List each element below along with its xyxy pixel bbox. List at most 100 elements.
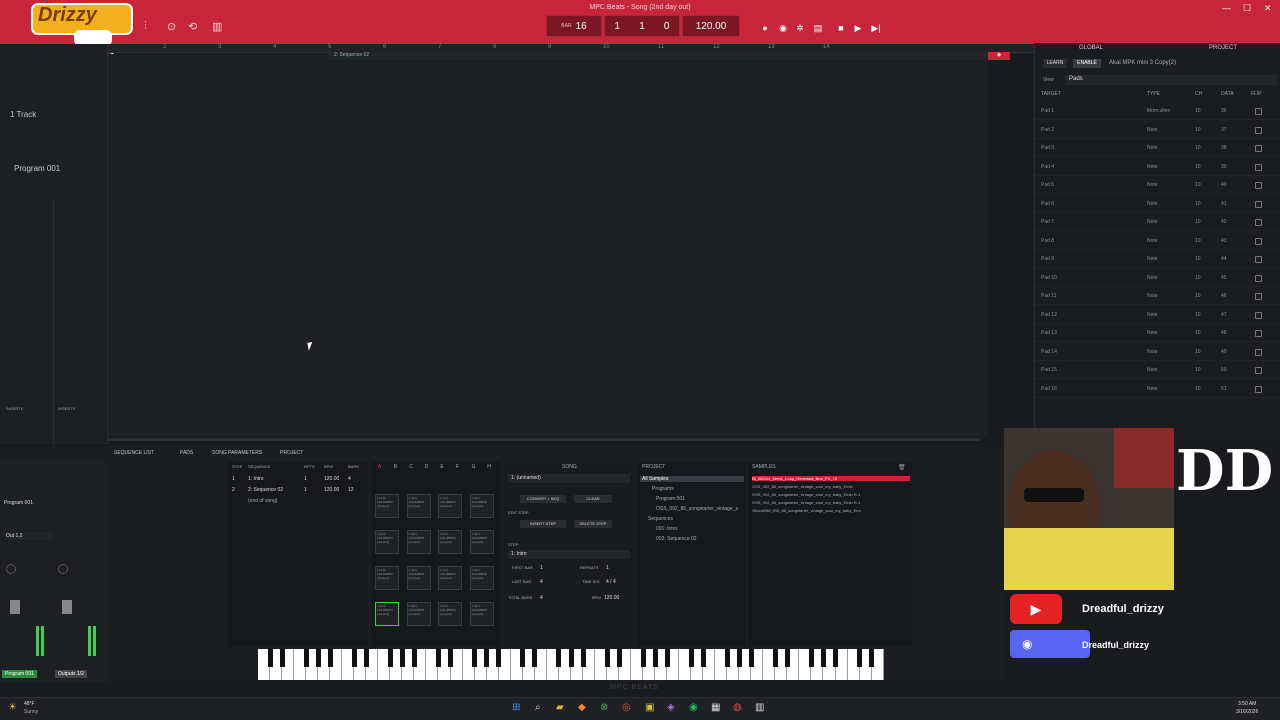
pad-bank-a[interactable]: A [378, 464, 381, 470]
type-cell[interactable]: Note [1147, 127, 1158, 133]
time-sig-value[interactable]: 4 / 4 [606, 579, 616, 585]
black-key[interactable] [472, 649, 478, 667]
output-select[interactable]: Out 1,2 [4, 532, 52, 540]
flip-checkbox[interactable] [1255, 293, 1262, 300]
flip-checkbox[interactable] [1255, 311, 1262, 319]
channel-label-2[interactable]: Outputs 1/2 [55, 670, 87, 678]
song-rpts-cell[interactable]: 1 [304, 487, 307, 493]
flip-checkbox[interactable] [1255, 145, 1262, 152]
song-select[interactable]: 1: (unnamed) [508, 474, 630, 483]
pad[interactable]: 1 bars 120.00BPM (unused) [406, 530, 431, 554]
pad-bank-d[interactable]: D [425, 464, 429, 470]
song-bars-cell[interactable]: 12 [348, 487, 354, 493]
project-tree-item[interactable]: Sequences [648, 516, 673, 522]
maximize-icon[interactable]: ☐ [1243, 3, 1251, 14]
start-icon[interactable]: ⊞ [512, 702, 520, 713]
table-row[interactable]: Pad 13 Note 10 48 [1035, 324, 1280, 342]
loop-icon[interactable]: ⟲ [188, 20, 197, 33]
table-row[interactable]: Pad 4 Note 10 39 [1035, 158, 1280, 176]
song-step-cell[interactable]: 2 [232, 487, 235, 493]
last-bar-value[interactable]: 4 [540, 579, 543, 585]
fader-2[interactable] [62, 600, 72, 614]
sequence-clip[interactable]: 2: Sequence 02 [328, 52, 988, 60]
black-key[interactable] [688, 649, 694, 667]
table-row[interactable]: Pad 14 Note 10 49 [1035, 343, 1280, 361]
tab-song-parameters[interactable]: SONG PARAMETERS [212, 450, 262, 456]
black-key[interactable] [399, 649, 405, 667]
black-key[interactable] [821, 649, 827, 667]
overdub-icon[interactable]: ◉ [776, 21, 790, 35]
program-label[interactable]: Program 001 [14, 164, 60, 173]
learn-button[interactable]: LEARN [1043, 59, 1067, 68]
black-key[interactable] [749, 649, 755, 667]
type-cell[interactable]: Note [1147, 330, 1158, 336]
type-cell[interactable]: Note [1147, 293, 1158, 299]
song-bpm-cell[interactable]: 120.00 [324, 476, 339, 482]
step-select[interactable]: 1: Intro [508, 550, 630, 559]
flip-checkbox[interactable] [1255, 163, 1262, 171]
tab-project[interactable]: PROJECT [1209, 45, 1237, 51]
pad[interactable]: 1 bars 120.00BPM (unused) [375, 494, 399, 518]
song-seq-cell[interactable]: 2: Sequence 02 [248, 487, 283, 493]
convert-button[interactable]: CONVERT > SEQ [520, 495, 566, 503]
flip-checkbox[interactable] [1255, 348, 1262, 356]
table-row[interactable]: Pad 6 Note 10 41 [1035, 195, 1280, 213]
close-icon[interactable]: ✕ [1264, 3, 1272, 14]
pad[interactable]: 1 bars 120.00BPM (unused) [469, 530, 494, 554]
table-row[interactable]: Pad 1 Mom.ulten 10 36 [1035, 102, 1280, 120]
black-key[interactable] [412, 649, 417, 667]
pan-knob-2[interactable] [58, 564, 68, 574]
app-icon-2[interactable]: ▣ [645, 702, 654, 713]
flip-checkbox[interactable] [1255, 256, 1262, 263]
song-seq-cell[interactable]: 1: Intro [248, 476, 264, 482]
black-key[interactable] [568, 649, 574, 667]
table-row[interactable]: Pad 3 Note 10 38 [1035, 139, 1280, 157]
browser-icon[interactable]: ⊙ [167, 20, 176, 33]
mpc-beats-icon[interactable]: ▥ [755, 702, 764, 713]
black-key[interactable] [725, 649, 730, 667]
black-key[interactable] [484, 649, 490, 667]
clock-date[interactable]: 3/16/2026 [1236, 709, 1258, 715]
pan-knob-1[interactable] [6, 564, 16, 574]
black-key[interactable] [436, 649, 442, 667]
black-key[interactable] [279, 649, 285, 667]
type-cell[interactable]: Note [1147, 386, 1158, 392]
black-key[interactable] [351, 649, 357, 667]
app-icon-1[interactable]: ◆ [578, 702, 586, 713]
delete-step-button[interactable]: DELETE STEP [574, 520, 612, 528]
tab-project[interactable]: PROJECT [280, 450, 303, 456]
app-icon-5[interactable]: ◍ [733, 702, 742, 713]
project-tree-item[interactable]: All Samples [640, 476, 744, 482]
sample-item[interactable]: OSS_092_86_songstarter_vintage_soul_my_b… [752, 492, 860, 497]
sample-item[interactable]: OSS_092_86_songstarter_vintage_soul_my_b… [752, 500, 860, 505]
table-row[interactable]: Pad 9 Note 10 44 [1035, 250, 1280, 268]
black-key[interactable] [448, 649, 454, 667]
pad-bank-f[interactable]: F [456, 464, 459, 470]
flip-checkbox[interactable] [1255, 126, 1262, 134]
tab-sequence-list[interactable]: SEQUENCE LIST [114, 450, 154, 456]
project-tree-item[interactable]: Programs [652, 486, 674, 492]
pad[interactable]: 1 bars 120.00BPM (unused) [438, 530, 462, 554]
sample-item[interactable]: Slicedl088_092_86_songstarter_vintage_so… [752, 508, 861, 513]
pad[interactable]: 1 bars 120.00BPM (unused) [406, 602, 431, 626]
fader-1[interactable] [10, 600, 20, 614]
clock-time[interactable]: 3:50 AM [1238, 701, 1256, 707]
sample-item[interactable]: Bl_2020r4_VerbL_Loop_Reversed_Bmr_FX_72 [752, 476, 910, 481]
horizontal-scrollbar[interactable] [108, 438, 980, 441]
flip-checkbox[interactable] [1255, 219, 1262, 226]
pad-bank-h[interactable]: H [487, 464, 491, 470]
black-key[interactable] [532, 649, 538, 667]
channel-label-1[interactable]: Program 001 [2, 670, 37, 678]
table-row[interactable]: Pad 11 Note 10 46 [1035, 287, 1280, 305]
black-key[interactable] [303, 649, 309, 667]
table-row[interactable]: Pad 8 Note 10 43 [1035, 232, 1280, 250]
pad[interactable]: 1 bars 120.00BPM (unused) [469, 602, 494, 626]
project-tree-item[interactable]: 001: Intro [656, 526, 677, 532]
chrome-icon[interactable]: ◎ [622, 702, 631, 713]
type-cell[interactable]: Note [1147, 312, 1158, 318]
pad[interactable]: 1 bars 120.00BPM (unused) [438, 494, 462, 518]
black-key[interactable] [700, 649, 706, 667]
bpm-value[interactable]: 120.00 [604, 595, 619, 601]
arrange-area[interactable] [108, 54, 988, 437]
pad[interactable]: 1 bars 120.00BPM (unused) [406, 494, 431, 518]
